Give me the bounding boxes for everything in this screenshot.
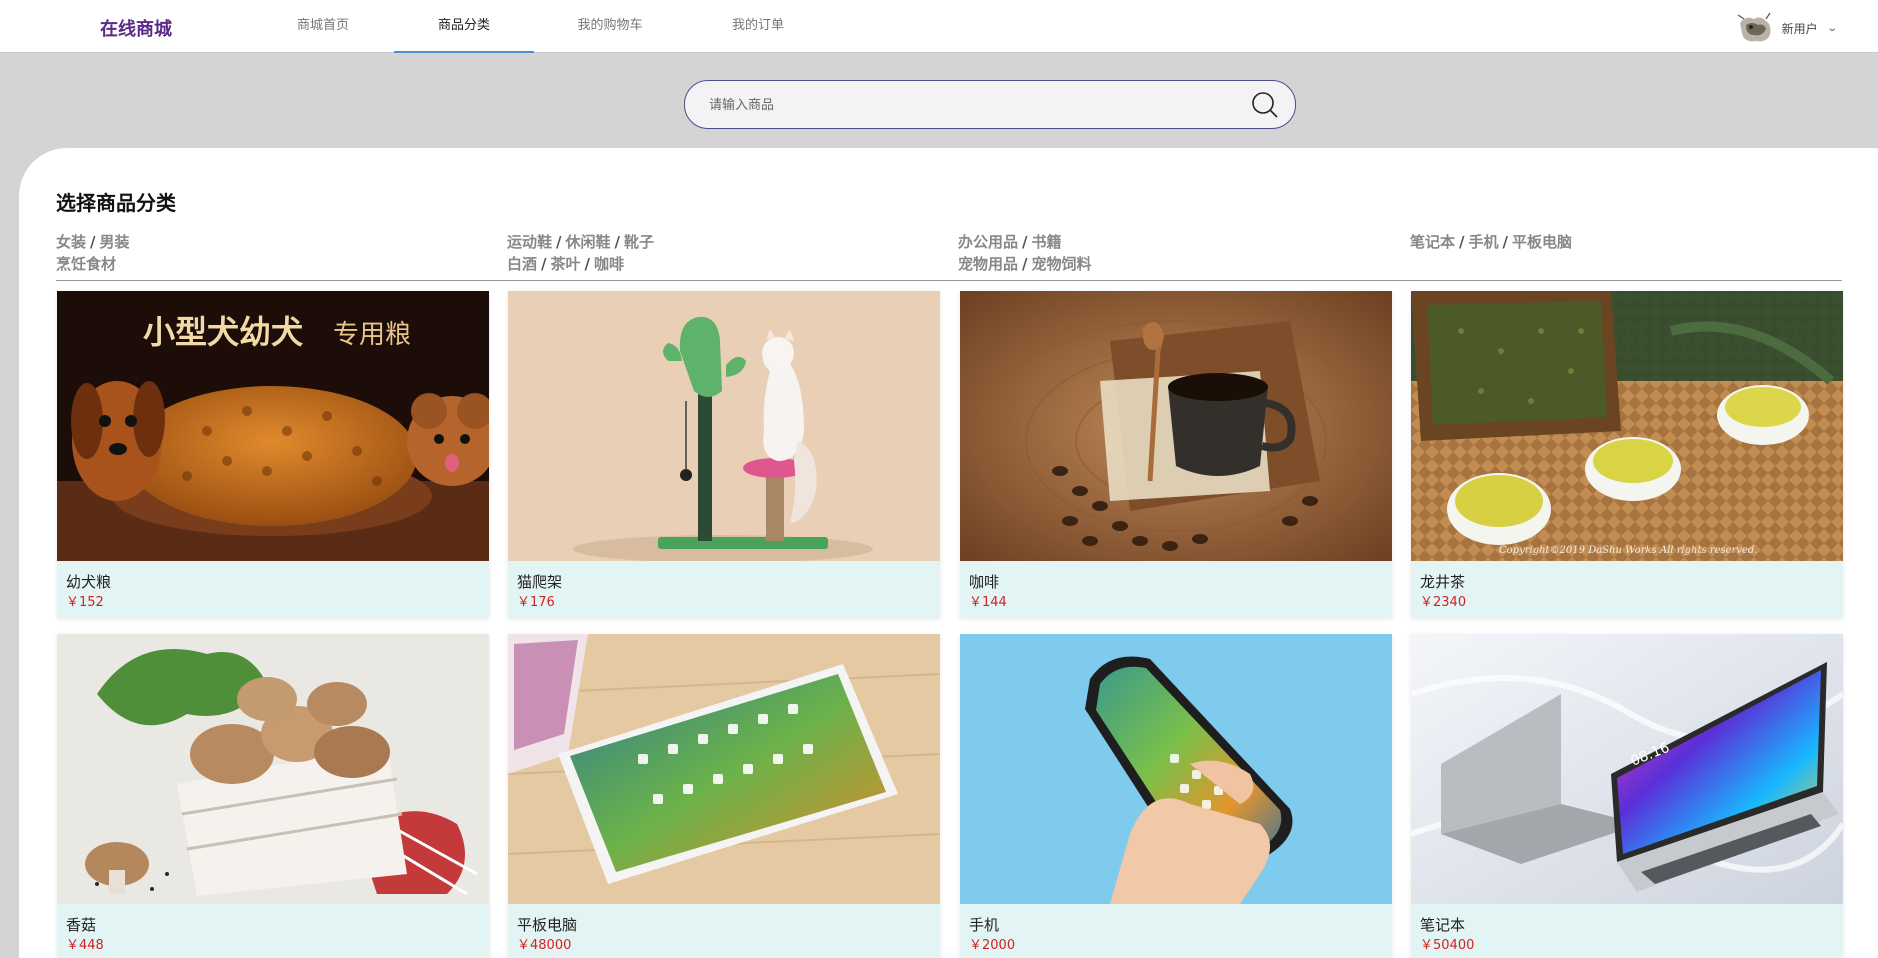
product-price: ￥50400 — [1420, 938, 1475, 953]
product-name: 手机 — [969, 916, 1000, 934]
watermark-text: Copyright©2019 DaShu Works All rights re… — [1499, 545, 1757, 556]
category-group-4: 笔记本 / 手机 / 平板电脑 — [1410, 233, 1573, 251]
search-input[interactable] — [709, 93, 1209, 117]
search-bar — [684, 80, 1296, 129]
category-link[interactable]: 手机 — [1469, 233, 1499, 251]
search-icon[interactable] — [1251, 91, 1279, 119]
product-image-mushroom[interactable] — [57, 634, 489, 904]
product-image-tablet[interactable] — [508, 634, 940, 904]
nav-categories[interactable]: 商品分类 — [394, 0, 534, 53]
category-link[interactable]: 运动鞋 — [507, 233, 552, 251]
product-name: 猫爬架 — [517, 573, 563, 591]
product-card[interactable]: 猫爬架 ￥176 — [508, 291, 940, 618]
category-link[interactable]: 笔记本 — [1410, 233, 1455, 251]
category-divider — [56, 280, 1842, 281]
product-name: 平板电脑 — [517, 916, 578, 934]
category-link[interactable]: 靴子 — [624, 233, 654, 251]
product-card[interactable]: 08:16 笔记本 ￥50400 — [1411, 634, 1843, 958]
product-image-laptop[interactable]: 08:16 — [1411, 634, 1843, 904]
username: 新用户 — [1781, 21, 1818, 36]
product-image-coffee[interactable] — [960, 291, 1392, 561]
category-link[interactable]: 咖啡 — [594, 255, 624, 273]
category-group-1: 女装 / 男装 烹饪食材 — [56, 233, 130, 273]
category-link[interactable]: 男装 — [100, 233, 130, 251]
banner-subtext: 专用粮 — [333, 320, 411, 350]
category-link[interactable]: 平板电脑 — [1512, 233, 1572, 251]
avatar[interactable] — [1735, 11, 1776, 45]
banner-text: 小型犬幼犬 — [143, 313, 303, 351]
product-card[interactable]: 平板电脑 ￥48000 — [508, 634, 940, 958]
product-image-tea[interactable]: Copyright©2019 DaShu Works All rights re… — [1411, 291, 1843, 561]
product-price: ￥2340 — [1420, 595, 1467, 610]
product-name: 幼犬粮 — [66, 573, 112, 591]
product-price: ￥152 — [66, 595, 104, 610]
product-price: ￥144 — [969, 595, 1007, 610]
category-link[interactable]: 白酒 — [507, 255, 537, 273]
category-link[interactable]: 休闲鞋 — [566, 233, 611, 251]
product-card[interactable]: 小型犬幼犬 专用粮 幼犬粮 ￥152 — [57, 291, 489, 618]
chevron-down-icon[interactable]: ⌄ — [1826, 23, 1838, 34]
product-image-phone[interactable] — [960, 634, 1392, 904]
page-title: 选择商品分类 — [56, 191, 176, 215]
product-image-cat-tree[interactable] — [508, 291, 940, 561]
product-price: ￥176 — [517, 595, 555, 610]
category-link[interactable]: 宠物用品 — [958, 255, 1018, 273]
nav-orders[interactable]: 我的订单 — [706, 0, 810, 53]
product-price: ￥48000 — [517, 938, 572, 953]
site-logo[interactable]: 在线商城 — [100, 15, 172, 41]
category-link[interactable]: 书籍 — [1032, 233, 1062, 251]
product-name: 咖啡 — [969, 573, 1000, 591]
product-name: 龙井茶 — [1420, 573, 1466, 591]
product-card[interactable]: 香菇 ￥448 — [57, 634, 489, 958]
category-link[interactable]: 女装 — [56, 233, 86, 251]
product-image-dog-food[interactable]: 小型犬幼犬 专用粮 — [57, 291, 489, 561]
category-link[interactable]: 宠物饲料 — [1032, 255, 1092, 273]
product-price: ￥2000 — [969, 938, 1016, 953]
top-nav-bar: 在线商城 商城首页 商品分类 我的购物车 我的订单 新用户 ⌄ — [0, 0, 1878, 53]
user-menu[interactable]: 新用户 ⌄ — [1735, 11, 1838, 45]
product-price: ￥448 — [66, 938, 104, 953]
product-name: 香菇 — [66, 916, 97, 934]
category-group-2: 运动鞋 / 休闲鞋 / 靴子 白酒 / 茶叶 / 咖啡 — [507, 233, 655, 273]
product-name: 笔记本 — [1420, 916, 1466, 934]
product-card[interactable]: 咖啡 ￥144 — [960, 291, 1392, 618]
nav-cart[interactable]: 我的购物车 — [560, 0, 660, 53]
category-link[interactable]: 茶叶 — [551, 255, 581, 273]
category-link[interactable]: 烹饪食材 — [56, 255, 116, 273]
product-card[interactable]: Copyright©2019 DaShu Works All rights re… — [1411, 291, 1843, 618]
nav-home[interactable]: 商城首页 — [276, 0, 370, 53]
product-card[interactable]: 手机 ￥2000 — [960, 634, 1392, 958]
category-link[interactable]: 办公用品 — [958, 233, 1018, 251]
category-group-3: 办公用品 / 书籍 宠物用品 / 宠物饲料 — [958, 233, 1092, 273]
